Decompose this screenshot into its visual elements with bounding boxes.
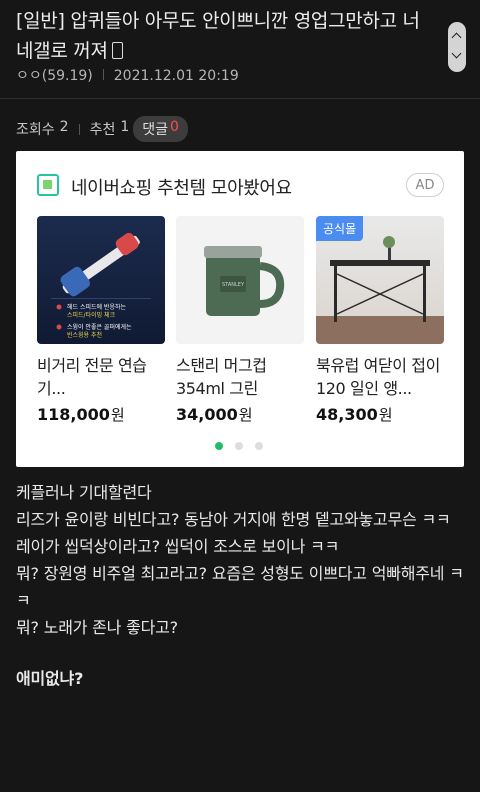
chevron-up-icon[interactable] [451,32,462,43]
comment-count-badge[interactable]: 댓글 0 [133,116,188,142]
product-name[interactable]: 비거리 전문 연습기... [37,354,165,400]
carousel-dot-active[interactable] [215,442,223,450]
post-meta: ㅇㅇ(59.19) 2021.12.01 20:19 [16,65,239,85]
product-name[interactable]: 북유럽 여닫이 접이 120 일인 앵... [316,354,444,400]
post-stats: 조회수 2 추천 1 댓글 0 [16,116,188,142]
post-title: [일반] 압퀴들아 아무도 안이쁘니깐 영업그만하고 너네갤로 꺼져 [16,10,420,62]
divider [102,69,104,80]
scroll-nav-button[interactable] [448,22,466,72]
chevron-down-icon[interactable] [451,48,462,59]
product-image[interactable]: 헤드 스피드에 반응하는 스피드/타이밍 체크 스윙이 안좋은 골퍼에게는 빈스… [37,216,165,344]
carousel-dot[interactable] [255,442,263,450]
ad-product-2[interactable]: STANLEY 스탠리 머그컵 354ml 그린 34,000원 [176,216,304,425]
content-line: 뭐? 장원영 비주얼 최고라고? 요즘은 성형도 이쁘다고 억빠해주네 ㅋㅋ [16,564,464,610]
svg-text:STANLEY: STANLEY [222,282,245,288]
product-image-text: 빈스윙용 추천 [67,331,102,339]
product-name[interactable]: 스탠리 머그컵 354ml 그린 [176,354,304,400]
content-line: 리즈가 윤이랑 비빈다고? 동남아 거지애 한명 뎉고와놓고무슨 ㅋㅋ [16,510,451,529]
ad-product-1[interactable]: 헤드 스피드에 반응하는 스피드/타이밍 체크 스윙이 안좋은 골퍼에게는 빈스… [37,216,165,425]
naver-shopping-logo-icon [37,174,59,196]
product-image-text: 헤드 스피드에 반응하는 [67,303,126,311]
content-line: 케플러나 기대할련다 [16,483,152,502]
post-content: 케플러나 기대할련다 리즈가 윤이랑 비빈다고? 동남아 거지애 한명 뎉고와놓… [16,479,468,692]
product-image-text: 스윙이 안좋은 골퍼에게는 [67,323,132,331]
content-line: 레이가 씹덕상이라고? 씹덕이 조스로 보이나 ㅋㅋ [16,537,340,556]
product-image-text: 스피드/타이밍 체크 [67,311,116,319]
ad-header: 네이버쇼핑 추천템 모아봤어요 [71,178,292,199]
post-datetime: 2021.12.01 20:19 [113,68,239,84]
product-price: 118,000원 [37,405,125,424]
product-image[interactable]: 공식몰 [316,216,444,344]
mobile-phone-icon [111,42,123,59]
ad-badge[interactable]: AD [406,173,444,197]
product-image[interactable]: STANLEY [176,216,304,344]
official-store-badge: 공식몰 [316,216,364,241]
header-divider [0,98,480,99]
ad-product-3[interactable]: 공식몰 북유럽 여닫이 접이 120 일인 앵... 48,300원 [316,216,444,425]
carousel-pagination[interactable] [215,442,263,450]
author-name[interactable]: ㅇㅇ(59.19) [16,68,93,84]
product-price: 48,300원 [316,405,393,424]
content-line: 뭐? 노래가 존나 좋다고? [16,618,178,637]
recommend-count: 추천 1 [89,119,130,138]
product-price: 34,000원 [176,405,253,424]
content-closing-line: 애미없냐? [16,669,84,688]
carousel-dot[interactable] [235,442,243,450]
shopping-ad-card[interactable]: 네이버쇼핑 추천템 모아봤어요 AD 헤드 스피드에 반응하는 스피드/타이밍 … [16,151,464,467]
divider [78,123,80,135]
view-count: 조회수 2 [16,119,69,138]
